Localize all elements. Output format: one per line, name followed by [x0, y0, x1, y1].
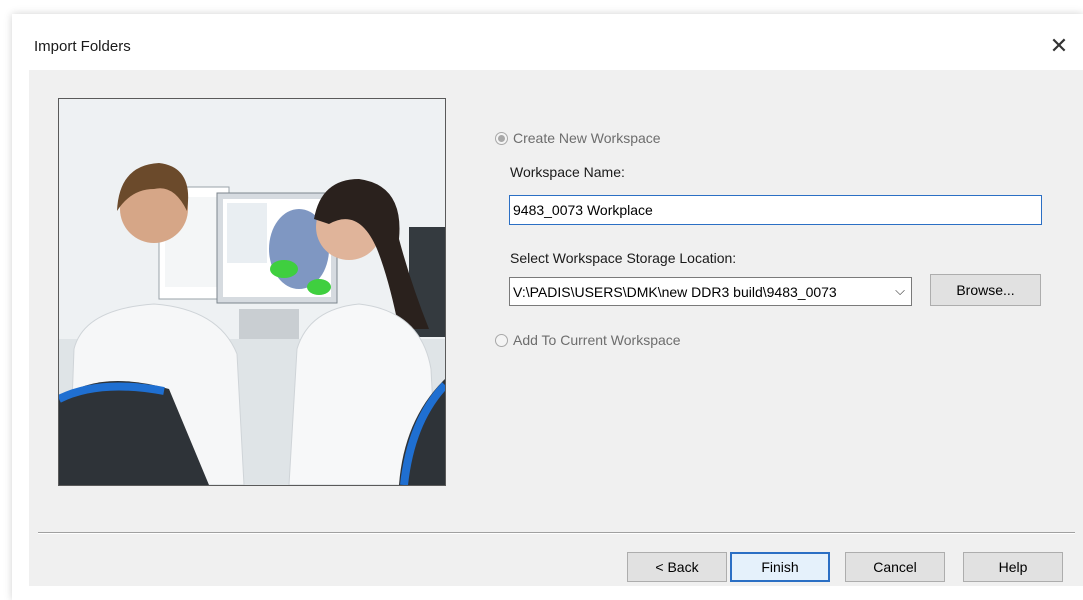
dialog-title: Import Folders: [34, 38, 131, 55]
storage-location-label: Select Workspace Storage Location:: [510, 250, 737, 266]
finish-button[interactable]: Finish: [730, 552, 830, 582]
title-bar: Import Folders ✕: [12, 14, 1083, 70]
cancel-button[interactable]: Cancel: [845, 552, 945, 582]
create-new-workspace-radio[interactable]: [495, 131, 508, 145]
lab-photo-illustration: [59, 99, 445, 485]
create-new-workspace-label: Create New Workspace: [513, 130, 661, 146]
create-new-workspace-option[interactable]: Create New Workspace: [495, 130, 661, 146]
storage-location-value: V:\PADIS\USERS\DMK\new DDR3 build\9483_0…: [513, 284, 837, 300]
workspace-name-label: Workspace Name:: [510, 164, 625, 180]
help-button[interactable]: Help: [963, 552, 1063, 582]
add-to-current-workspace-radio[interactable]: [495, 333, 508, 347]
footer-separator: [38, 532, 1075, 534]
chevron-down-icon[interactable]: ⌵: [895, 283, 905, 299]
dialog-body: Create New Workspace Workspace Name: Sel…: [29, 70, 1083, 586]
back-button[interactable]: < Back: [627, 552, 727, 582]
close-icon[interactable]: ✕: [1047, 34, 1071, 58]
add-to-current-workspace-option[interactable]: Add To Current Workspace: [495, 332, 681, 348]
lab-photo-image: [58, 98, 446, 486]
workspace-name-input[interactable]: [509, 195, 1042, 225]
storage-location-dropdown[interactable]: V:\PADIS\USERS\DMK\new DDR3 build\9483_0…: [509, 277, 912, 306]
browse-button[interactable]: Browse...: [930, 274, 1041, 306]
import-folders-dialog: Import Folders ✕ Create New Workspace Wo…: [12, 14, 1083, 600]
add-to-current-workspace-label: Add To Current Workspace: [513, 332, 681, 348]
